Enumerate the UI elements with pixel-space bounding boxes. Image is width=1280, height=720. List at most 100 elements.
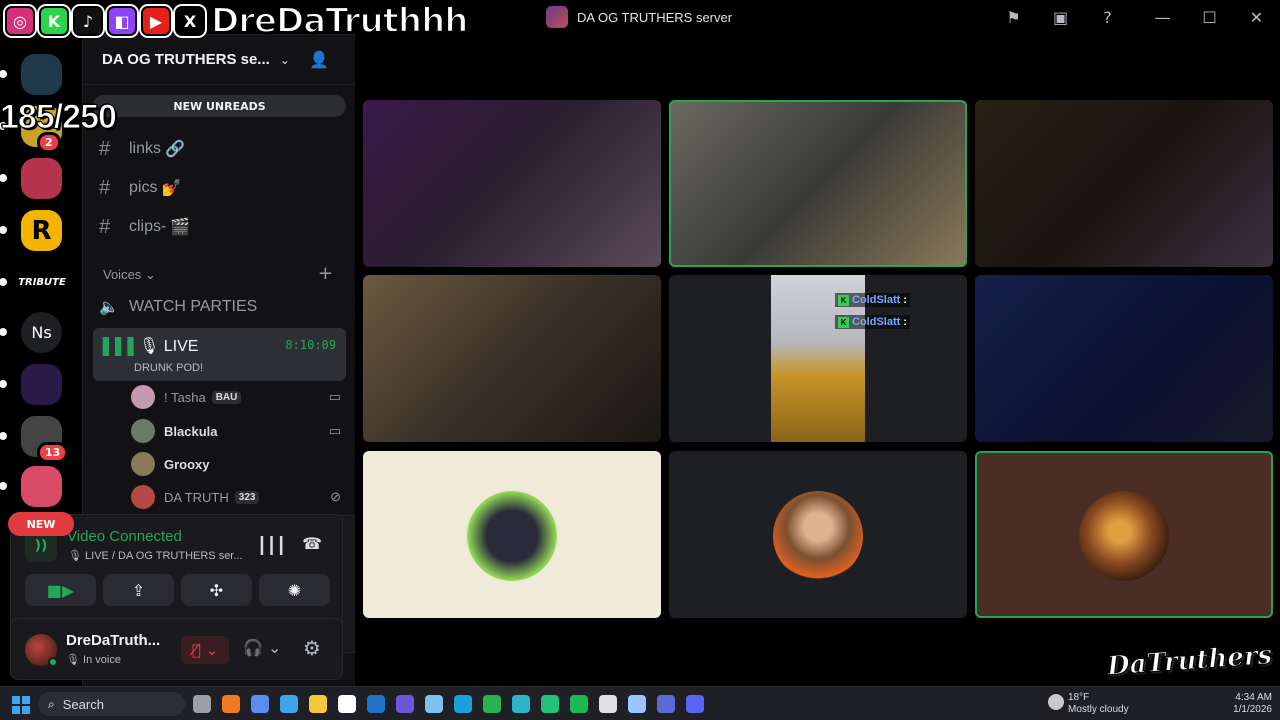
video-tile-2[interactable]	[669, 100, 967, 267]
channel-emoji: 💅	[161, 180, 182, 197]
add-channel-icon[interactable]: +	[318, 263, 333, 284]
social-icons: ◎ K ♪ ◧ ▶ X	[5, 6, 205, 36]
taskbar-search[interactable]: ⌕ Search	[38, 692, 185, 716]
channel-pics[interactable]: # pics 💅	[99, 172, 349, 204]
taskbar-app-icon[interactable]	[309, 695, 327, 713]
voice-member[interactable]: DA TRUTH 323 ⊘	[131, 483, 341, 511]
channel-label: WATCH PARTIES	[129, 298, 258, 315]
chat-overlay-line: K ColdSlatt:	[835, 293, 910, 307]
hash-icon: #	[99, 176, 111, 199]
close-icon[interactable]: ✕	[1233, 0, 1280, 34]
voice-channel-watch-parties[interactable]: 🔈 WATCH PARTIES	[99, 291, 349, 323]
help-icon[interactable]: ?	[1084, 0, 1131, 34]
kick-icon: K	[838, 316, 849, 328]
taskbar-app-icon[interactable]	[193, 695, 211, 713]
window-title: DA OG TRUTHERS server	[577, 9, 733, 25]
ns-server[interactable]: Ns	[21, 312, 62, 353]
video-tile-6[interactable]	[975, 275, 1273, 442]
clock[interactable]: 4:34 AM 1/1/2026	[1228, 692, 1272, 716]
inbox-icon[interactable]: ▣	[1037, 0, 1084, 34]
voice-category[interactable]: Voices ⌄	[103, 267, 156, 283]
noise-suppression-icon[interactable]: ┃┃┃	[257, 536, 286, 555]
server-7[interactable]	[21, 364, 62, 405]
avatar-tile-8[interactable]	[669, 451, 967, 618]
taskbar-app-icon[interactable]	[512, 695, 530, 713]
avatar-tile-7[interactable]	[363, 451, 661, 618]
deafen-button[interactable]: 🎧 ⌄	[243, 638, 281, 657]
channel-links[interactable]: # links 🔗	[99, 133, 349, 165]
taskbar-app-icon[interactable]	[686, 695, 704, 713]
camera-button[interactable]: ■▶	[25, 574, 96, 606]
new-unreads-bar[interactable]: NEW UNREADS	[93, 95, 346, 117]
taskbar-app-icon[interactable]	[628, 695, 646, 713]
server-3[interactable]	[21, 158, 62, 199]
x-icon: X	[175, 6, 205, 36]
invite-icon[interactable]: 👤	[309, 50, 329, 70]
avatar-tile-9[interactable]	[975, 451, 1273, 618]
taskbar-app-icon[interactable]	[367, 695, 385, 713]
taskbar-app-icon[interactable]	[599, 695, 617, 713]
social-overlay: ◎ K ♪ ◧ ▶ X DreDaTruthhh	[0, 0, 478, 42]
chat-separator: :	[903, 294, 907, 306]
search-label: Search	[62, 696, 104, 712]
video-tile-3[interactable]	[975, 100, 1273, 267]
taskbar-app-icon[interactable]	[657, 695, 675, 713]
windows-logo-pane	[12, 706, 20, 714]
server-header[interactable]: DA OG TRUTHERS se... ⌄ 👤	[83, 35, 355, 85]
chevron-down-icon: ⌄	[144, 267, 156, 282]
watermark-logo: DaTruthers	[1106, 640, 1274, 682]
screen-share-icon: ⇪	[131, 580, 146, 600]
camera-icon: ▭	[328, 423, 341, 438]
video-tile-5[interactable]: K ColdSlatt: K ColdSlatt:	[669, 275, 967, 442]
taskbar-app-icon[interactable]	[396, 695, 414, 713]
taskbar-app-icon[interactable]	[251, 695, 269, 713]
new-unreads-pill[interactable]: NEW	[8, 512, 74, 536]
rockstar-server[interactable]: R	[21, 210, 62, 251]
taskbar-app-icon[interactable]	[425, 695, 443, 713]
voice-member[interactable]: ! Tasha BAU ▭	[131, 383, 341, 411]
server-name: DA OG TRUTHERS se...	[102, 51, 270, 68]
flag-icon[interactable]: ⚑	[990, 0, 1037, 34]
video-tile-4[interactable]	[363, 275, 661, 442]
activities-button[interactable]: ✣	[181, 574, 252, 606]
soundboard-icon: ✺	[287, 580, 302, 600]
muted-icon: ⊘	[330, 489, 341, 504]
party-server[interactable]	[21, 54, 62, 95]
taskbar-app-icon[interactable]	[454, 695, 472, 713]
start-button[interactable]	[12, 696, 30, 714]
voice-member[interactable]: Grooxy	[131, 450, 341, 478]
server-label: TRIBUTE	[18, 277, 66, 288]
server-label: R	[31, 215, 52, 246]
voice-channel-live[interactable]: ▌▌▌ 🎙 LIVE 8:10:09 DRUNK POD!	[93, 328, 346, 381]
username: DreDaTruth...	[66, 632, 161, 649]
live-channel-name: 🎙 LIVE	[139, 338, 199, 355]
user-panel: DreDaTruth... 🎙 In voice 🎙̸ ⌄ 🎧 ⌄ ⚙	[10, 618, 343, 680]
server-9[interactable]	[21, 466, 62, 507]
taskbar-app-icon[interactable]	[222, 695, 240, 713]
unread-indicator	[0, 328, 7, 336]
clock-date: 1/1/2026	[1233, 704, 1272, 715]
minimize-icon[interactable]: —	[1139, 0, 1186, 34]
unread-indicator	[0, 482, 7, 490]
voice-location-label: LIVE / DA OG TRUTHERS ser...	[85, 550, 243, 562]
maximize-icon[interactable]: ☐	[1186, 0, 1233, 34]
social-handle: DreDaTruthhh	[210, 0, 470, 42]
tribute-server[interactable]: TRIBUTE	[18, 262, 66, 303]
avatar	[131, 485, 155, 509]
taskbar-app-icon[interactable]	[541, 695, 559, 713]
online-status-dot	[48, 657, 58, 667]
taskbar-app-icon[interactable]	[483, 695, 501, 713]
voice-member[interactable]: Blackula ▭	[131, 417, 341, 445]
soundboard-button[interactable]: ✺	[259, 574, 330, 606]
taskbar-app-icon[interactable]	[570, 695, 588, 713]
gear-icon[interactable]: ⚙	[303, 636, 321, 660]
participant-avatar	[467, 491, 557, 581]
disconnect-icon[interactable]: ☎	[302, 534, 322, 553]
channel-clips[interactable]: # clips- 🎬	[99, 211, 349, 243]
member-name: ! Tasha	[164, 389, 206, 405]
taskbar-app-icon[interactable]	[280, 695, 298, 713]
mute-button[interactable]: 🎙̸ ⌄	[181, 636, 229, 664]
screen-share-button[interactable]: ⇪	[103, 574, 174, 606]
taskbar-app-icon[interactable]	[338, 695, 356, 713]
video-tile-1[interactable]	[363, 100, 661, 267]
